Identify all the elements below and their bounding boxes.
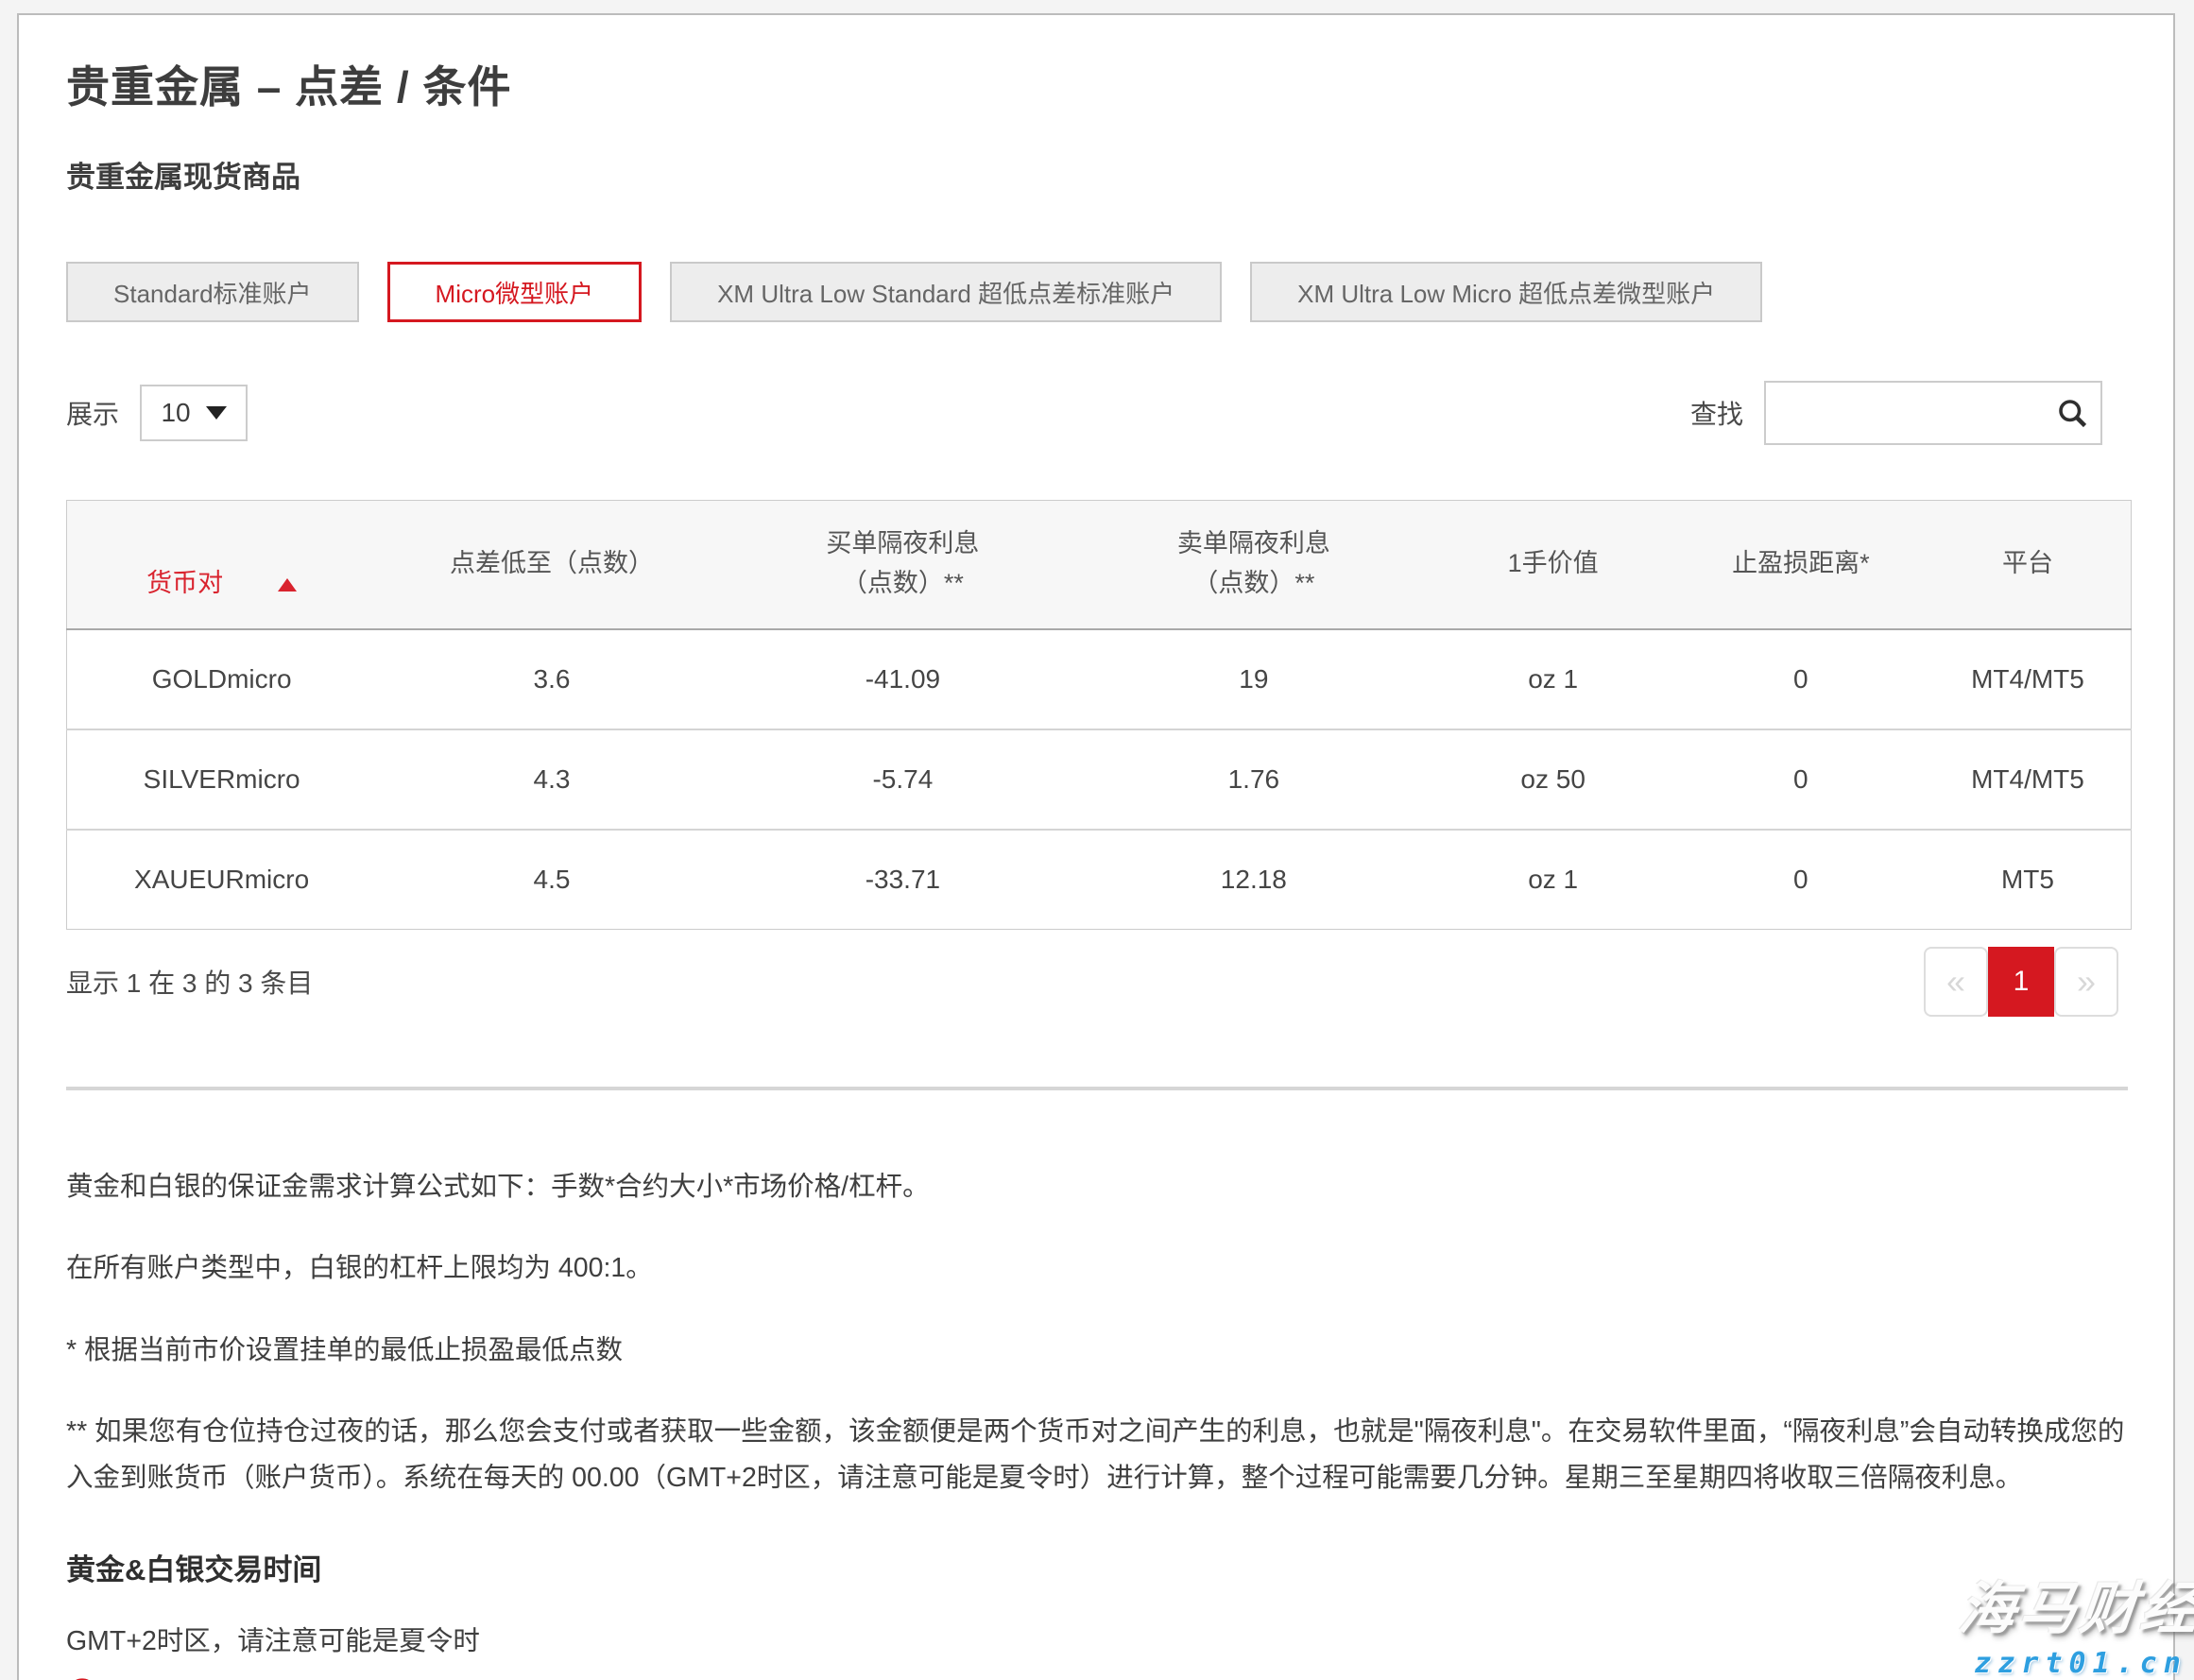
- tab-standard-account[interactable]: Standard标准账户: [66, 262, 359, 322]
- note-star: * 根据当前市价设置挂单的最低止损盈最低点数: [66, 1328, 2126, 1373]
- note-leverage: 在所有账户类型中，白银的杠杆上限均为 400:1。: [66, 1245, 2126, 1291]
- table-row: SILVERmicro 4.3 -5.74 1.76 oz 50 0 MT4/M…: [67, 729, 2132, 830]
- sort-asc-icon: [278, 578, 297, 591]
- search-label: 查找: [1690, 394, 1743, 432]
- page-size-value: 10: [161, 398, 190, 428]
- cell-lot-value: oz 1: [1430, 629, 1677, 729]
- cell-stop-level: 0: [1677, 729, 1925, 830]
- search-icon: [2055, 396, 2089, 430]
- table-header-row: 货币对 点差低至（点数） 买单隔夜利息 （点数）** 卖单隔夜利息 （点数）**…: [67, 501, 2132, 629]
- pagination: « 1 »: [1924, 947, 2118, 1017]
- column-header-symbol[interactable]: 货币对: [67, 501, 377, 629]
- cell-platform: MT5: [1925, 830, 2132, 930]
- cell-stop-level: 0: [1677, 830, 1925, 930]
- note-margin-formula: 黄金和白银的保证金需求计算公式如下：手数*合约大小*市场价格/杠杆。: [66, 1164, 2126, 1209]
- instruments-table: 货币对 点差低至（点数） 买单隔夜利息 （点数）** 卖单隔夜利息 （点数）**…: [66, 500, 2132, 930]
- cell-spread: 4.5: [376, 830, 727, 930]
- cell-swap-long: -41.09: [728, 629, 1078, 729]
- chevron-down-icon: [206, 406, 227, 420]
- hours-mon-thu: 周一 – 周四: 01:05 – 23:55: [110, 1674, 427, 1680]
- column-header-swap-short[interactable]: 卖单隔夜利息 （点数）**: [1078, 501, 1429, 629]
- table-row: GOLDmicro 3.6 -41.09 19 oz 1 0 MT4/MT5: [67, 629, 2132, 729]
- page-size-select[interactable]: 10: [140, 385, 248, 441]
- cell-platform: MT4/MT5: [1925, 629, 2132, 729]
- cell-symbol: SILVERmicro: [67, 729, 377, 830]
- timezone-note: GMT+2时区，请注意可能是夏令时: [66, 1619, 2126, 1664]
- cell-swap-short: 12.18: [1078, 830, 1429, 930]
- trading-hours-row: 周一 – 周四: 01:05 – 23:55: [66, 1674, 2126, 1680]
- cell-lot-value: oz 1: [1430, 830, 1677, 930]
- cell-platform: MT4/MT5: [1925, 729, 2132, 830]
- page-title: 贵重金属 – 点差 / 条件: [66, 53, 2126, 115]
- trading-hours-heading: 黄金&白银交易时间: [66, 1546, 2126, 1588]
- cell-swap-short: 1.76: [1078, 729, 1429, 830]
- cell-spread: 4.3: [376, 729, 727, 830]
- column-header-platform[interactable]: 平台: [1925, 501, 2132, 629]
- table-row: XAUEURmicro 4.5 -33.71 12.18 oz 1 0 MT5: [67, 830, 2132, 930]
- section-divider: [66, 1087, 2128, 1090]
- pagination-next-button[interactable]: »: [2054, 947, 2118, 1017]
- cell-swap-short: 19: [1078, 629, 1429, 729]
- column-header-stop-level[interactable]: 止盈损距离*: [1677, 501, 1925, 629]
- cell-symbol: XAUEURmicro: [67, 830, 377, 930]
- entries-summary: 显示 1 在 3 的 3 条目: [66, 963, 313, 1001]
- cell-spread: 3.6: [376, 629, 727, 729]
- show-entries-label: 展示: [66, 394, 119, 432]
- tab-ultra-low-micro-account[interactable]: XM Ultra Low Micro 超低点差微型账户: [1250, 262, 1762, 322]
- cell-swap-long: -5.74: [728, 729, 1078, 830]
- page-subtitle: 贵重金属现货商品: [66, 153, 2126, 196]
- pagination-prev-button[interactable]: «: [1924, 947, 1988, 1017]
- pagination-page-1-button[interactable]: 1: [1988, 947, 2054, 1017]
- table-controls: 展示 10 查找: [66, 381, 2126, 445]
- cell-swap-long: -33.71: [728, 830, 1078, 930]
- column-header-lot-value[interactable]: 1手价值: [1430, 501, 1677, 629]
- cell-stop-level: 0: [1677, 629, 1925, 729]
- column-header-swap-long[interactable]: 买单隔夜利息 （点数）**: [728, 501, 1078, 629]
- cell-lot-value: oz 50: [1430, 729, 1677, 830]
- tab-micro-account[interactable]: Micro微型账户: [387, 262, 643, 322]
- note-double-star: ** 如果您有仓位持仓过夜的话，那么您会支付或者获取一些金额，该金额便是两个货币…: [66, 1409, 2126, 1500]
- cell-symbol: GOLDmicro: [67, 629, 377, 729]
- tab-ultra-low-standard-account[interactable]: XM Ultra Low Standard 超低点差标准账户: [670, 262, 1222, 322]
- column-header-spread[interactable]: 点差低至（点数）: [376, 501, 727, 629]
- search-input[interactable]: [1764, 381, 2102, 445]
- content-panel: 贵重金属 – 点差 / 条件 贵重金属现货商品 Standard标准账户 Mic…: [17, 13, 2175, 1680]
- account-type-tabs: Standard标准账户 Micro微型账户 XM Ultra Low Stan…: [66, 262, 2126, 322]
